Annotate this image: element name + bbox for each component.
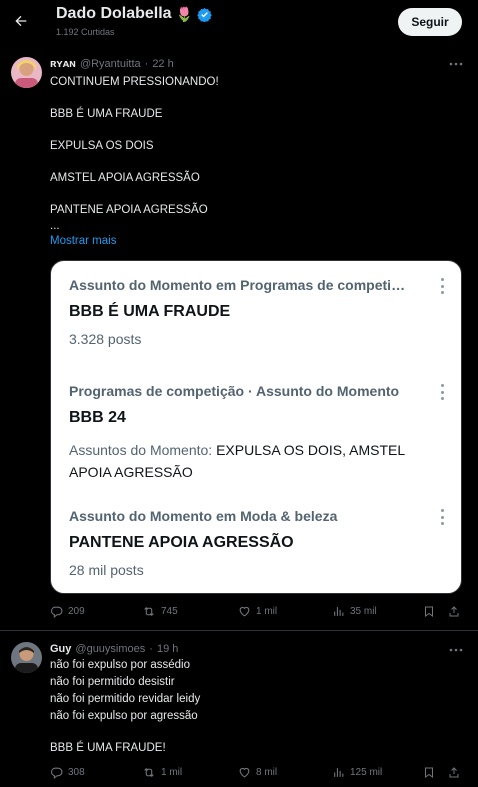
trend-more-icon[interactable] [439, 384, 445, 400]
more-options-button[interactable] [448, 58, 464, 70]
more-options-button[interactable] [448, 644, 464, 656]
reply-button[interactable]: 209 [50, 605, 85, 618]
tweet-meta: ʀʏᴀɴ @Ryantuitta · 22 h [50, 58, 174, 70]
more-dots-icon [449, 648, 463, 652]
trend-count: 28 mil posts [69, 562, 144, 578]
trend-more-icon[interactable] [439, 278, 445, 294]
tweet-line: AMSTEL APOIA AGRESSÃO [50, 172, 200, 184]
tweet-actions: 209 745 1 mil 35 mil [50, 605, 470, 621]
back-button[interactable] [8, 8, 34, 34]
share-icon [449, 606, 459, 617]
repost-button[interactable]: 1 mil [142, 766, 182, 779]
bookmark-button[interactable] [423, 605, 435, 618]
tweet-line: CONTINUEM PRESSIONANDO! [50, 76, 219, 88]
tweet-line: não foi permitido desistir [50, 676, 175, 688]
tweet-line: EXPULSA OS DOIS [50, 140, 154, 152]
trend-item[interactable]: Assunto do Momento em Moda & beleza PANT… [51, 496, 461, 593]
trend-name: BBB 24 [69, 409, 126, 426]
author-name[interactable]: Guy [50, 643, 71, 655]
reply-icon [51, 767, 63, 779]
heart-icon [239, 767, 250, 778]
reply-count: 308 [68, 767, 85, 778]
trends-card: Assunto do Momento em Programas de compe… [50, 260, 462, 594]
like-button[interactable]: 8 mil [238, 766, 277, 779]
like-count: 8 mil [256, 767, 278, 778]
tweet[interactable]: ʀʏᴀɴ @Ryantuitta · 22 h CONTINUEM PRESSI… [0, 46, 478, 631]
like-button[interactable]: 1 mil [238, 605, 277, 618]
tweet-time[interactable]: 22 h [152, 58, 173, 70]
views-count: 35 mil [350, 606, 377, 617]
show-more-link[interactable]: Mostrar mais [50, 235, 116, 247]
views-chart-icon [334, 607, 344, 616]
tweet-time[interactable]: 19 h [157, 643, 178, 655]
tweet-line: ... [50, 220, 60, 232]
likes-count: 1.192 Curtidas [56, 27, 115, 37]
trend-category: Assunto do Momento em Programas de compe… [69, 277, 409, 293]
trend-item[interactable]: Programas de competição · Assunto do Mom… [51, 369, 461, 489]
avatar[interactable] [11, 57, 42, 88]
profile-name: Dado Dolabella [56, 5, 172, 22]
meta-separator: · [149, 643, 153, 655]
views-count: 125 mil [350, 767, 383, 778]
tweet-line: não foi expulso por agressão [50, 710, 198, 722]
views-chart-icon [334, 768, 344, 777]
trend-count: 3.328 posts [69, 331, 142, 347]
repost-count: 1 mil [161, 767, 183, 778]
tweet-actions: 308 1 mil 8 mil 125 mil [50, 766, 470, 782]
trend-name: BBB É UMA FRAUDE [69, 303, 231, 320]
views-button[interactable]: 35 mil [332, 605, 377, 618]
tweet-line: não foi expulso por assédio [50, 659, 191, 671]
views-button[interactable]: 125 mil [332, 766, 382, 779]
share-icon [449, 767, 459, 778]
tweet-meta: Guy @guuysimoes · 19 h [50, 643, 178, 655]
tulip-emoji: 🌷 [175, 5, 194, 22]
trend-name: PANTENE APOIA AGRESSÃO [69, 534, 294, 551]
meta-separator: · [144, 58, 149, 70]
bookmark-icon [425, 767, 433, 778]
author-handle[interactable]: @guuysimoes [75, 643, 145, 655]
related-label: Assuntos do Momento: [69, 442, 217, 458]
tweet-line: BBB É UMA FRAUDE [50, 108, 163, 120]
heart-icon [239, 606, 250, 617]
bookmark-icon [425, 606, 433, 617]
trend-item[interactable]: Assunto do Momento em Programas de compe… [51, 261, 461, 356]
follow-button[interactable]: Seguir [398, 8, 462, 36]
share-button[interactable] [448, 766, 460, 779]
tweet-line: não foi permitido revidar leidy [50, 693, 201, 705]
arrow-left-icon [15, 15, 27, 27]
like-count: 1 mil [256, 606, 278, 617]
reply-count: 209 [68, 606, 85, 617]
tweet[interactable]: Guy @guuysimoes · 19 h não foi expulso p… [0, 632, 478, 787]
reply-button[interactable]: 308 [50, 766, 85, 779]
author-handle[interactable]: @Ryantuitta [80, 58, 141, 70]
repost-button[interactable]: 745 [142, 605, 178, 618]
repost-icon [144, 606, 154, 617]
trend-category: Programas de competição · Assunto do Mom… [69, 383, 400, 399]
related-trends: Assuntos do Momento: EXPULSA OS DOIS, AM… [69, 439, 449, 483]
profile-header: Dado Dolabella 🌷 1.192 Curtidas Seguir [0, 0, 478, 44]
share-button[interactable] [448, 605, 460, 618]
more-dots-icon [449, 62, 463, 66]
avatar[interactable] [11, 642, 42, 673]
trend-category: Assunto do Momento em Moda & beleza [69, 508, 338, 524]
profile-title: Dado Dolabella 🌷 [56, 5, 212, 23]
author-name[interactable]: ʀʏᴀɴ [50, 58, 76, 70]
verified-badge-icon [197, 7, 212, 22]
reply-icon [51, 606, 63, 618]
bookmark-button[interactable] [423, 766, 435, 779]
tweet-line: PANTENE APOIA AGRESSÃO [50, 204, 208, 216]
repost-count: 745 [161, 606, 178, 617]
tweet-line: BBB É UMA FRAUDE! [50, 742, 166, 754]
trend-more-icon[interactable] [439, 509, 445, 525]
repost-icon [144, 767, 154, 778]
